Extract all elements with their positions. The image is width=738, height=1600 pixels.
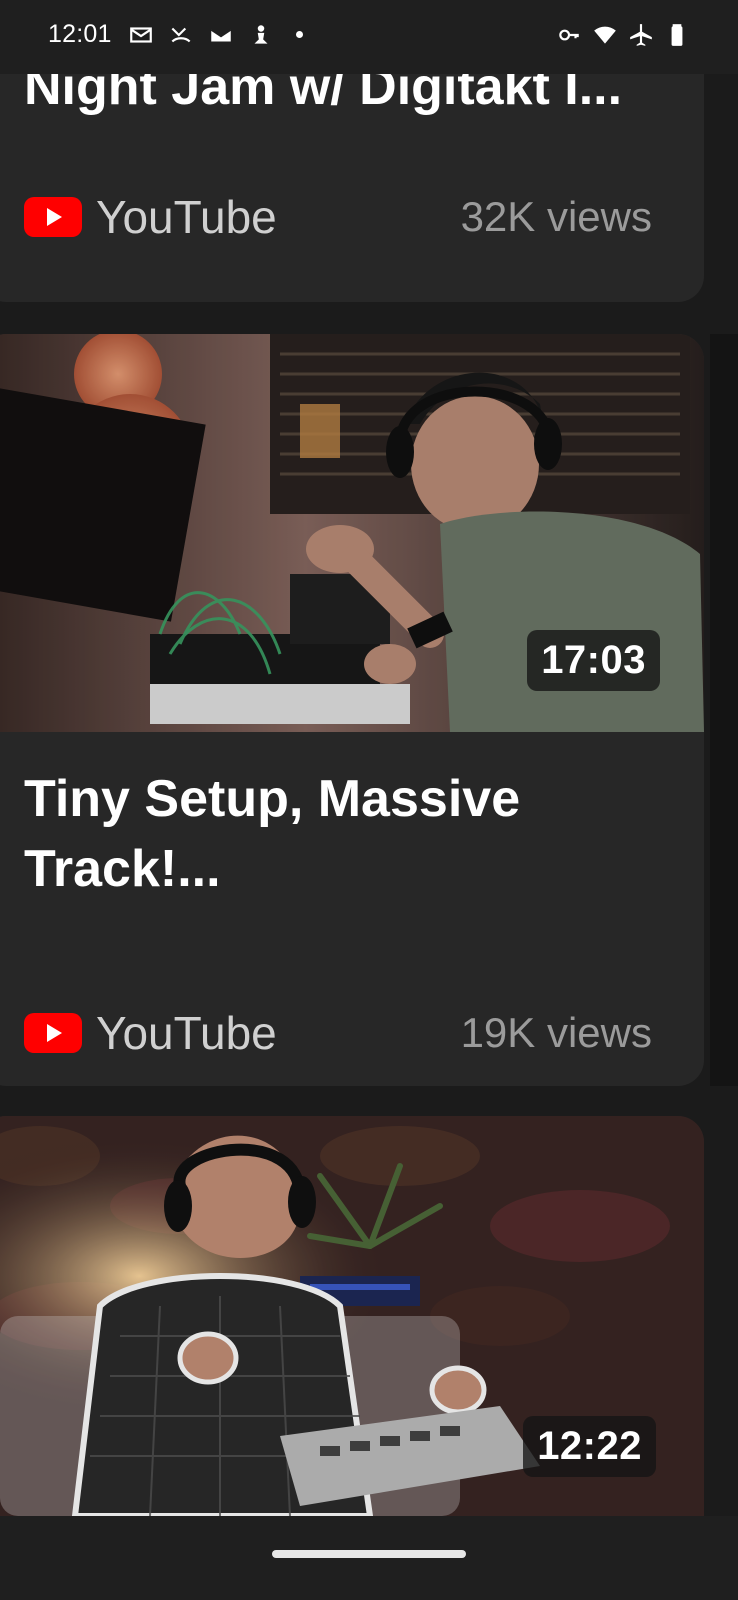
video-meta: YouTube 19K views xyxy=(24,1006,652,1060)
video-feed[interactable]: Night Jam w/ Digitakt I... YouTube 32K v… xyxy=(0,0,738,1600)
mail-icon xyxy=(129,26,152,43)
video-thumbnail[interactable]: 17:03 xyxy=(0,334,704,732)
battery-icon xyxy=(671,24,683,46)
wifi-icon xyxy=(594,26,616,44)
status-time: 12:01 xyxy=(48,20,112,48)
scroll-edge xyxy=(710,334,738,1086)
video-meta: YouTube 32K views xyxy=(24,190,652,244)
status-bar: 12:01 xyxy=(0,0,738,74)
view-count: 32K views xyxy=(460,193,652,240)
video-title[interactable]: Tiny Setup, Massive Track!... xyxy=(0,764,624,904)
chess-icon xyxy=(254,24,268,44)
gmail-icon xyxy=(210,28,231,41)
screen: Night Jam w/ Digitakt I... YouTube 32K v… xyxy=(0,0,738,1600)
notification-dot-icon xyxy=(295,31,303,38)
video-duration: 12:22 xyxy=(523,1416,656,1477)
status-left: 12:01 xyxy=(48,20,303,49)
gesture-nav-bar xyxy=(0,1516,738,1600)
video-duration: 17:03 xyxy=(527,630,660,691)
home-indicator[interactable] xyxy=(272,1550,466,1558)
youtube-icon xyxy=(24,197,82,237)
airplane-icon xyxy=(630,24,652,46)
vpn-key-icon xyxy=(559,29,579,41)
source-label: YouTube xyxy=(96,191,277,243)
view-count: 19K views xyxy=(460,1009,652,1056)
missed-call-icon xyxy=(171,27,190,42)
video-thumbnail[interactable]: 12:22 xyxy=(0,1116,704,1516)
video-card[interactable]: 17:03 Tiny Setup, Massive Track!... YouT… xyxy=(0,334,704,1086)
source-label: YouTube xyxy=(96,1007,277,1059)
status-right xyxy=(556,22,690,48)
video-source: YouTube xyxy=(24,190,277,244)
youtube-icon xyxy=(24,1013,82,1053)
video-source: YouTube xyxy=(24,1006,277,1060)
